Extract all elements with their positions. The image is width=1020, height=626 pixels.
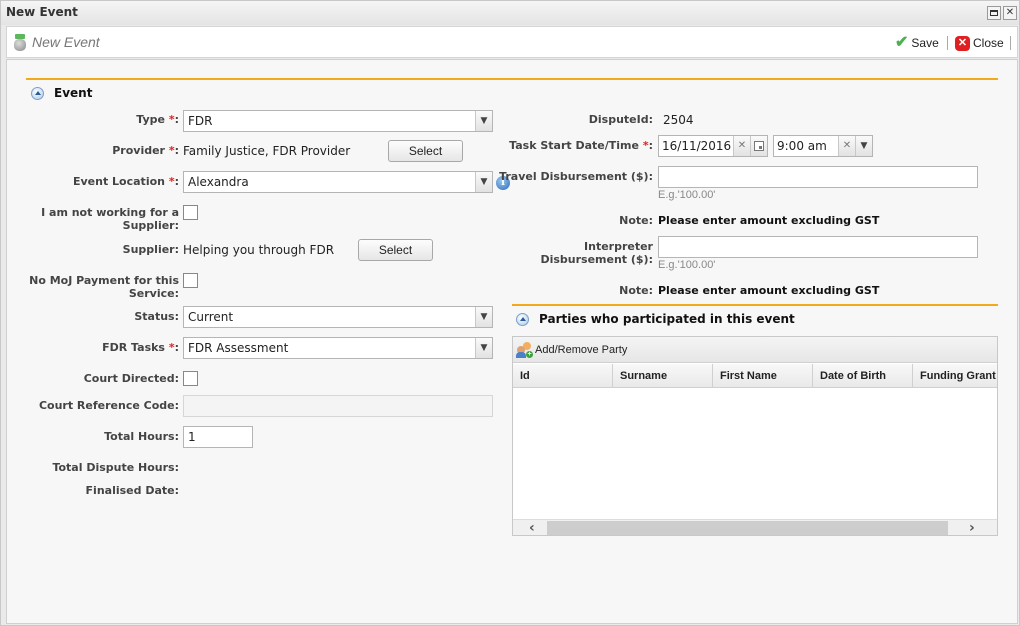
column-header-funding-grant[interactable]: Funding Grant bbox=[913, 364, 997, 388]
travel-disbursement-input[interactable] bbox=[658, 166, 978, 188]
total-dispute-hours-label: Total Dispute Hours: bbox=[52, 461, 179, 474]
toolbar-title: New Event bbox=[32, 34, 100, 50]
total-hours-input[interactable]: 1 bbox=[183, 426, 253, 448]
court-reference-code-label: Court Reference Code: bbox=[38, 399, 179, 412]
status-value: Current bbox=[188, 310, 234, 324]
event-location-label: Event Location *: bbox=[72, 175, 179, 188]
provider-value: Family Justice, FDR Provider bbox=[183, 144, 351, 158]
window-titlebar[interactable]: New Event ✕ bbox=[1, 1, 1019, 25]
scroll-right-icon[interactable]: › bbox=[969, 520, 975, 535]
save-label: Save bbox=[911, 36, 939, 50]
chevron-down-icon[interactable]: ▼ bbox=[475, 307, 492, 327]
jar-icon bbox=[14, 34, 26, 51]
chevron-down-icon[interactable]: ▼ bbox=[475, 111, 492, 131]
column-header-first-name[interactable]: First Name bbox=[713, 364, 813, 388]
collapse-icon[interactable] bbox=[516, 312, 529, 326]
provider-label: Provider *: bbox=[112, 144, 179, 157]
court-directed-checkbox[interactable] bbox=[183, 371, 198, 386]
event-section-title: Event bbox=[54, 86, 93, 100]
task-start-time-value: 9:00 am bbox=[777, 139, 827, 153]
clear-date-icon[interactable]: ✕ bbox=[733, 136, 750, 156]
calendar-icon[interactable] bbox=[750, 136, 767, 156]
section-divider bbox=[512, 304, 998, 306]
total-hours-label: Total Hours: bbox=[104, 430, 179, 443]
interpreter-disbursement-hint: E.g.'100.00' bbox=[658, 259, 716, 271]
finalised-date-label: Finalised Date: bbox=[85, 484, 179, 497]
column-header-id[interactable]: Id bbox=[513, 364, 613, 388]
clear-time-icon[interactable]: ✕ bbox=[838, 136, 855, 156]
task-start-date-field[interactable]: 16/11/2016 ✕ bbox=[658, 135, 768, 157]
event-location-value: Alexandra bbox=[188, 175, 249, 189]
fdr-tasks-label: FDR Tasks *: bbox=[102, 341, 179, 354]
grid-header-row: Id Surname First Name Date of Birth Fund… bbox=[513, 364, 997, 388]
status-label: Status: bbox=[134, 310, 179, 323]
court-directed-label: Court Directed: bbox=[83, 372, 179, 385]
horizontal-scrollbar[interactable]: ‹ › bbox=[513, 519, 997, 535]
type-value: FDR bbox=[188, 114, 213, 128]
column-header-date-of-birth[interactable]: Date of Birth bbox=[813, 364, 913, 388]
note2-label: Note: bbox=[619, 284, 653, 297]
dispute-id-value: 2504 bbox=[663, 113, 694, 127]
dispute-id-label: DisputeId: bbox=[588, 113, 653, 126]
travel-disbursement-label: Travel Disbursement ($): bbox=[499, 170, 653, 183]
maximize-button[interactable] bbox=[987, 6, 1001, 20]
no-moj-payment-checkbox[interactable] bbox=[183, 273, 198, 288]
maximize-icon bbox=[990, 10, 998, 16]
add-people-icon: + bbox=[516, 342, 533, 358]
chevron-down-icon[interactable]: ▼ bbox=[475, 338, 492, 358]
form-content: Event Type *: FDR ▼ Provider *: Family J… bbox=[6, 59, 1018, 624]
close-label: Close bbox=[973, 36, 1004, 50]
chevron-down-icon[interactable]: ▼ bbox=[475, 172, 492, 192]
parties-grid: + Add/Remove Party Id Surname First Name… bbox=[512, 336, 998, 536]
note2-text: Please enter amount excluding GST bbox=[658, 284, 880, 297]
interpreter-disbursement-label: Interpreter Disbursement ($): bbox=[540, 240, 653, 266]
toolbar-separator bbox=[947, 36, 948, 50]
task-start-time-field[interactable]: 9:00 am ✕ ▼ bbox=[773, 135, 873, 157]
checkmark-icon: ✔ bbox=[895, 34, 909, 51]
section-divider bbox=[26, 78, 998, 80]
toolbar: New Event ✔ Save ✕ Close bbox=[6, 26, 1018, 58]
not-working-for-supplier-label: I am not working for a Supplier: bbox=[41, 206, 179, 232]
close-icon: ✕ bbox=[1005, 7, 1015, 18]
chevron-down-icon[interactable]: ▼ bbox=[855, 136, 872, 156]
collapse-icon[interactable] bbox=[31, 86, 44, 100]
grid-toolbar: + Add/Remove Party bbox=[513, 337, 997, 363]
no-moj-payment-label: No MoJ Payment for this Service: bbox=[29, 274, 179, 300]
event-location-select[interactable]: Alexandra ▼ bbox=[183, 171, 493, 193]
close-button[interactable]: ✕ Close bbox=[955, 34, 1004, 52]
window-close-button[interactable]: ✕ bbox=[1003, 6, 1017, 20]
scroll-left-icon[interactable]: ‹ bbox=[529, 520, 535, 535]
parties-section-header: Parties who participated in this event bbox=[516, 312, 795, 326]
supplier-label: Supplier: bbox=[122, 243, 179, 256]
travel-disbursement-hint: E.g.'100.00' bbox=[658, 189, 716, 201]
toolbar-separator bbox=[1010, 36, 1011, 50]
note1-label: Note: bbox=[619, 214, 653, 227]
fdr-tasks-value: FDR Assessment bbox=[188, 341, 289, 355]
interpreter-disbursement-input[interactable] bbox=[658, 236, 978, 258]
task-start-label: Task Start Date/Time *: bbox=[509, 139, 653, 152]
task-start-date-value: 16/11/2016 bbox=[662, 139, 732, 153]
add-remove-party-label: Add/Remove Party bbox=[535, 344, 628, 356]
window-title: New Event bbox=[6, 5, 78, 19]
type-select[interactable]: FDR ▼ bbox=[183, 110, 493, 132]
save-button[interactable]: ✔ Save bbox=[895, 34, 939, 52]
not-working-for-supplier-checkbox[interactable] bbox=[183, 205, 198, 220]
column-header-surname[interactable]: Surname bbox=[613, 364, 713, 388]
status-select[interactable]: Current ▼ bbox=[183, 306, 493, 328]
event-section-header: Event bbox=[31, 86, 92, 100]
add-remove-party-button[interactable]: + Add/Remove Party bbox=[516, 342, 628, 358]
scrollbar-thumb[interactable] bbox=[547, 521, 948, 535]
parties-section-title: Parties who participated in this event bbox=[539, 312, 795, 326]
court-reference-code-input[interactable] bbox=[183, 395, 493, 417]
supplier-value: Helping you through FDR bbox=[183, 243, 335, 257]
supplier-select-button[interactable]: Select bbox=[358, 239, 433, 261]
provider-select-button[interactable]: Select bbox=[388, 140, 463, 162]
new-event-window: New Event ✕ New Event ✔ Save ✕ Close Eve… bbox=[0, 0, 1020, 626]
type-label: Type *: bbox=[136, 113, 179, 126]
note1-text: Please enter amount excluding GST bbox=[658, 214, 880, 227]
red-x-icon: ✕ bbox=[955, 35, 970, 51]
fdr-tasks-select[interactable]: FDR Assessment ▼ bbox=[183, 337, 493, 359]
